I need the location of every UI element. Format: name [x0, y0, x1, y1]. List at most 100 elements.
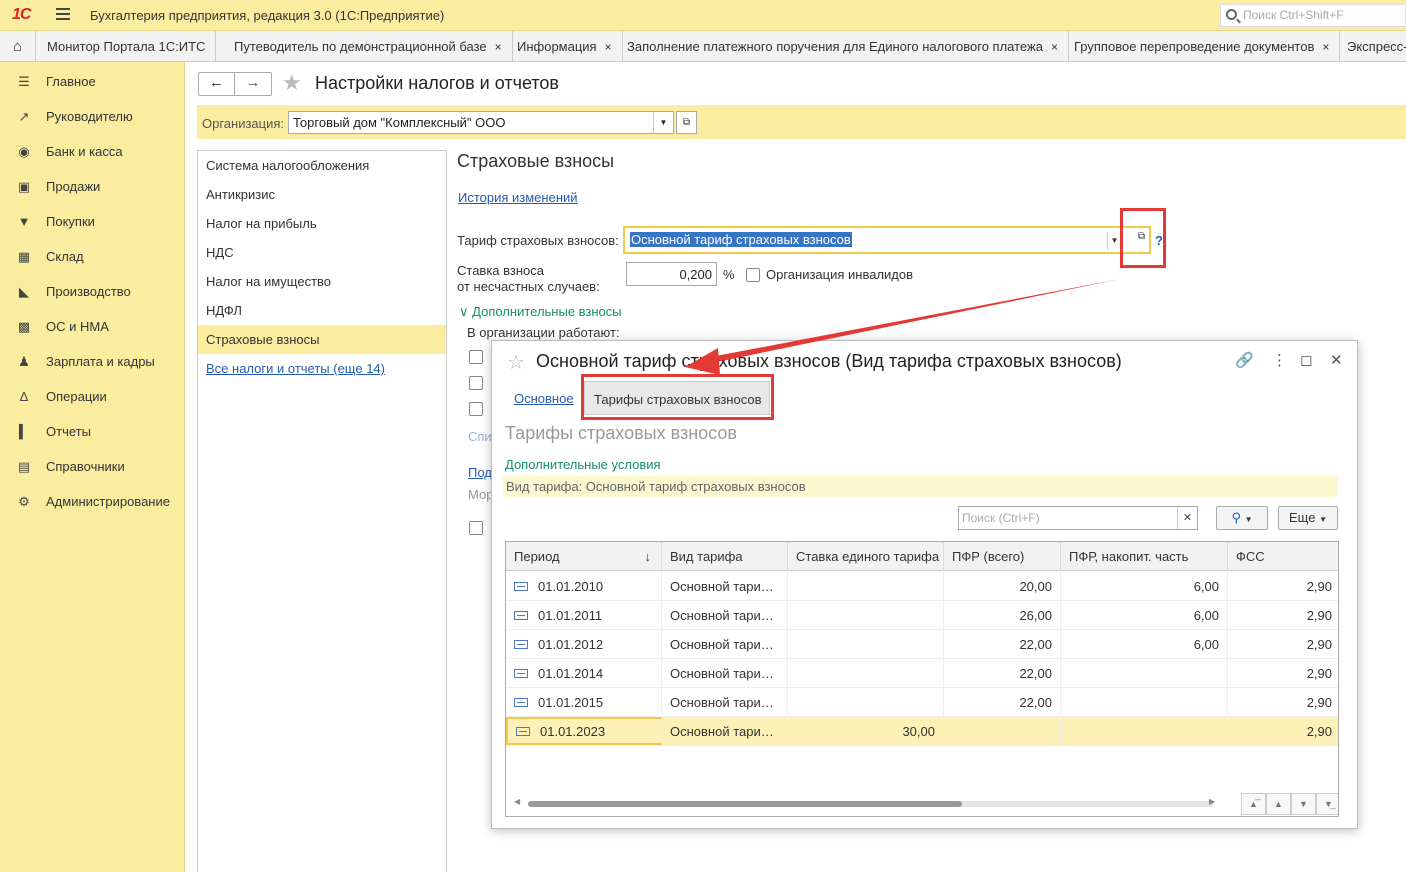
cell-pfr-accumulative[interactable]: 6,00 [1061, 601, 1228, 629]
cell-fss[interactable]: 2,90 [1228, 572, 1338, 600]
sidebar-item-purchases[interactable]: ▼ Покупки [0, 204, 185, 239]
cell-period[interactable]: 01.01.2023 [506, 717, 662, 745]
column-header-kind[interactable]: Вид тарифа [662, 542, 788, 571]
horizontal-scrollbar[interactable] [528, 801, 1214, 807]
nav-item-tax-system[interactable]: Система налогообложения [198, 151, 446, 180]
cell-fss[interactable]: 2,90 [1228, 688, 1338, 716]
cell-period[interactable]: 01.01.2012 [506, 630, 662, 658]
more-vertical-icon[interactable]: ⋮ [1272, 351, 1287, 369]
column-header-period[interactable]: Период ↓ [506, 542, 662, 571]
sidebar-item-admin[interactable]: ⚙ Администрирование [0, 484, 185, 519]
tariff-field[interactable]: Основной тариф страховых взносов ▼ ⧉ [623, 226, 1151, 254]
cell-pfr-total[interactable]: 26,00 [944, 601, 1061, 629]
table-row[interactable]: 01.01.2023 Основной тари… 30,00 2,90 [506, 717, 1338, 746]
cell-kind[interactable]: Основной тари… [662, 688, 788, 716]
more-button[interactable]: Еще ▼ [1278, 506, 1338, 530]
column-header-single-rate[interactable]: Ставка единого тарифа [788, 542, 944, 571]
cell-period[interactable]: 01.01.2010 [506, 572, 662, 600]
checkbox[interactable] [469, 521, 483, 535]
cell-single-rate[interactable] [788, 601, 944, 629]
cell-pfr-accumulative[interactable] [1061, 717, 1228, 745]
chevron-down-icon[interactable]: ▼ [653, 112, 673, 133]
open-form-icon[interactable]: ⧉ [676, 111, 697, 134]
table-search-input[interactable]: Поиск (Ctrl+F) ✕ [958, 506, 1198, 530]
table-row[interactable]: 01.01.2010 Основной тари… 20,00 6,00 2,90 [506, 572, 1338, 601]
table-row[interactable]: 01.01.2015 Основной тари… 22,00 2,90 [506, 688, 1338, 717]
cell-kind[interactable]: Основной тари… [662, 659, 788, 687]
table-row[interactable]: 01.01.2012 Основной тари… 22,00 6,00 2,90 [506, 630, 1338, 659]
search-button[interactable]: ⚲ ▼ [1216, 506, 1268, 530]
additional-conditions-link[interactable]: Дополнительные условия [505, 457, 661, 472]
tab-group-repost[interactable]: Групповое перепроведение документов × [1064, 31, 1341, 61]
tab-main[interactable]: Основное [514, 391, 574, 406]
cell-fss[interactable]: 2,90 [1228, 717, 1338, 745]
scroll-top-icon[interactable]: ▲̅ [1241, 793, 1266, 815]
scroll-right-icon[interactable]: ▶ [1209, 797, 1215, 806]
sidebar-item-bank[interactable]: ◉ Банк и касса [0, 134, 185, 169]
cell-kind[interactable]: Основной тари… [662, 572, 788, 600]
scroll-down-icon[interactable]: ▼ [1291, 793, 1316, 815]
back-arrow-icon[interactable]: ← [199, 73, 236, 95]
cell-period[interactable]: 01.01.2015 [506, 688, 662, 716]
tab-payment-order[interactable]: Заполнение платежного поручения для Един… [617, 31, 1069, 61]
sidebar-item-manager[interactable]: ↗ Руководителю [0, 99, 185, 134]
nav-item-profit-tax[interactable]: Налог на прибыль [198, 209, 446, 238]
cell-pfr-accumulative[interactable] [1061, 688, 1228, 716]
column-header-pfr-accumulative[interactable]: ПФР, накопит. часть [1061, 542, 1228, 571]
table-row[interactable]: 01.01.2014 Основной тари… 22,00 2,90 [506, 659, 1338, 688]
app-logo[interactable]: 1С [12, 6, 31, 24]
chevron-down-icon[interactable]: ▼ [1107, 232, 1121, 250]
nav-item-vat[interactable]: НДС [198, 238, 446, 267]
partial-link[interactable]: Спи [468, 429, 492, 444]
sidebar-item-salary[interactable]: ♟ Зарплата и кадры [0, 344, 185, 379]
sidebar-item-production[interactable]: ◣ Производство [0, 274, 185, 309]
cell-pfr-total[interactable]: 22,00 [944, 659, 1061, 687]
sidebar-item-reports[interactable]: ▍ Отчеты [0, 414, 185, 449]
close-icon[interactable]: × [1322, 40, 1329, 54]
cell-pfr-total[interactable]: 22,00 [944, 688, 1061, 716]
nav-item-insurance[interactable]: Страховые взносы [198, 325, 446, 354]
column-header-fss[interactable]: ФСС [1228, 542, 1338, 571]
cell-single-rate[interactable] [788, 688, 944, 716]
maximize-icon[interactable]: ◻ [1300, 351, 1312, 369]
sidebar-item-sales[interactable]: ▣ Продажи [0, 169, 185, 204]
cell-kind[interactable]: Основной тари… [662, 717, 788, 745]
invalid-org-checkbox[interactable] [746, 268, 760, 282]
cell-fss[interactable]: 2,90 [1228, 601, 1338, 629]
cell-period[interactable]: 01.01.2011 [506, 601, 662, 629]
nav-item-all-taxes-link[interactable]: Все налоги и отчеты (еще 14) [198, 354, 446, 383]
cell-kind[interactable]: Основной тари… [662, 630, 788, 658]
sidebar-item-main[interactable]: ☰ Главное [0, 64, 185, 99]
sidebar-item-operations[interactable]: ∆ Операции [0, 379, 185, 414]
cell-single-rate[interactable]: 30,00 [788, 717, 944, 745]
cell-single-rate[interactable] [788, 630, 944, 658]
scroll-up-icon[interactable]: ▲ [1266, 793, 1291, 815]
close-icon[interactable]: ✕ [1330, 351, 1343, 369]
accident-rate-input[interactable]: 0,200 [626, 262, 717, 286]
sidebar-item-catalogs[interactable]: ▤ Справочники [0, 449, 185, 484]
checkbox[interactable] [469, 350, 483, 364]
tab-information[interactable]: Информация × [507, 31, 623, 61]
organization-field[interactable]: Торговый дом "Комплексный" ООО ▼ [288, 111, 674, 134]
cell-fss[interactable]: 2,90 [1228, 630, 1338, 658]
nav-item-property-tax[interactable]: Налог на имущество [198, 267, 446, 296]
cell-period[interactable]: 01.01.2014 [506, 659, 662, 687]
scrollbar-thumb[interactable] [528, 801, 962, 807]
partial-link[interactable]: Под [468, 465, 492, 480]
checkbox[interactable] [469, 376, 483, 390]
scroll-bottom-icon[interactable]: ▼̲ [1316, 793, 1338, 815]
scroll-left-icon[interactable]: ◀ [514, 797, 520, 806]
sidebar-item-assets[interactable]: ▩ ОС и НМА [0, 309, 185, 344]
cell-pfr-total[interactable]: 22,00 [944, 630, 1061, 658]
tab-portal-monitor[interactable]: Монитор Портала 1С:ИТС [37, 31, 217, 61]
cell-pfr-accumulative[interactable] [1061, 659, 1228, 687]
cell-pfr-accumulative[interactable]: 6,00 [1061, 630, 1228, 658]
history-link[interactable]: История изменений [458, 190, 578, 205]
cell-kind[interactable]: Основной тари… [662, 601, 788, 629]
close-icon[interactable]: × [495, 40, 502, 54]
nav-item-anticrisis[interactable]: Антикризис [198, 180, 446, 209]
menu-icon[interactable] [56, 8, 70, 20]
favorite-star-icon[interactable]: ★ [282, 70, 302, 96]
close-icon[interactable]: × [605, 40, 612, 54]
cell-single-rate[interactable] [788, 659, 944, 687]
